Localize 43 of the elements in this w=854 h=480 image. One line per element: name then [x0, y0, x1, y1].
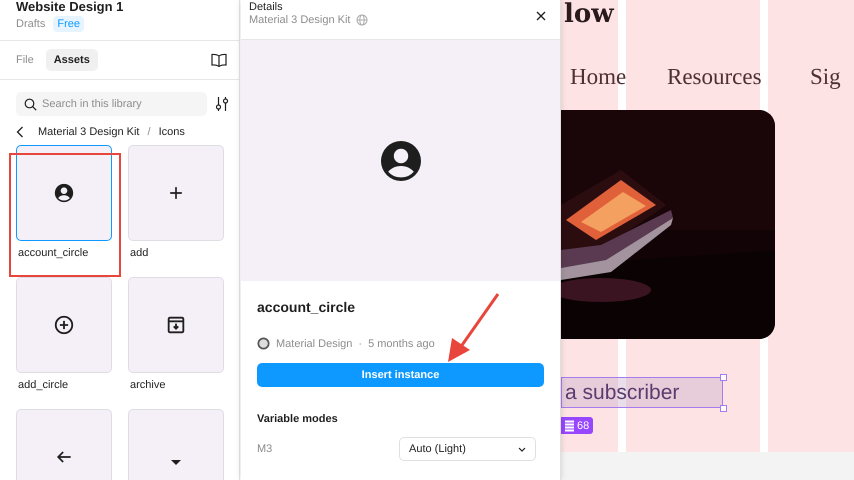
filter-icon[interactable] [215, 96, 229, 112]
panel-title: Details [249, 1, 284, 13]
close-icon[interactable] [536, 11, 546, 21]
book-icon[interactable] [211, 53, 227, 67]
search-bar[interactable]: Search in this library [16, 92, 207, 116]
section-heading: Variable modes [257, 413, 339, 425]
breadcrumb-current: Icons [158, 126, 185, 138]
size-badge: 68 [561, 417, 594, 434]
breadcrumb-separator: / [148, 126, 151, 138]
globe-icon [356, 14, 368, 26]
account-icon [53, 182, 75, 204]
search-icon [24, 98, 37, 110]
triangle-down-icon [171, 460, 181, 464]
asset-name: archive [129, 379, 166, 391]
search-field[interactable]: Search in this library [42, 98, 192, 110]
author-avatar-icon [257, 337, 270, 350]
annotation-arrow [448, 293, 500, 362]
selection-frame[interactable]: a subscriber [561, 377, 723, 408]
breadcrumb-link[interactable]: Material 3 Design Kit [38, 126, 140, 138]
separator-dot: · [358, 338, 362, 350]
resize-handle[interactable] [720, 374, 727, 381]
back-icon[interactable] [16, 126, 24, 138]
asset-name: add [129, 247, 150, 259]
plan-badge: Free [53, 16, 84, 32]
chevron-down-icon [518, 446, 526, 452]
plus-circle-icon [53, 314, 75, 336]
asset-name: add_circle [17, 379, 70, 391]
mode-dropdown[interactable]: Auto (Light) [399, 437, 536, 461]
asset-name: account_circle [17, 247, 90, 259]
asset-card[interactable] [16, 145, 112, 241]
component-name: account_circle [257, 299, 356, 315]
file-location: Drafts [16, 18, 46, 30]
lines-icon [565, 420, 574, 432]
mode-collection: M3 [257, 443, 272, 455]
resize-handle[interactable] [720, 405, 727, 412]
page-heading: low [564, 0, 614, 29]
archive-icon [165, 314, 187, 336]
subscriber-text: a subscriber [565, 380, 680, 404]
author-name: Material Design [276, 338, 352, 350]
updated-time: 5 months ago [368, 338, 435, 350]
library-name: Material 3 Design Kit [249, 14, 350, 26]
file-title: Website Design 1 [16, 0, 124, 14]
panel-tab[interactable]: Assets [46, 49, 98, 71]
